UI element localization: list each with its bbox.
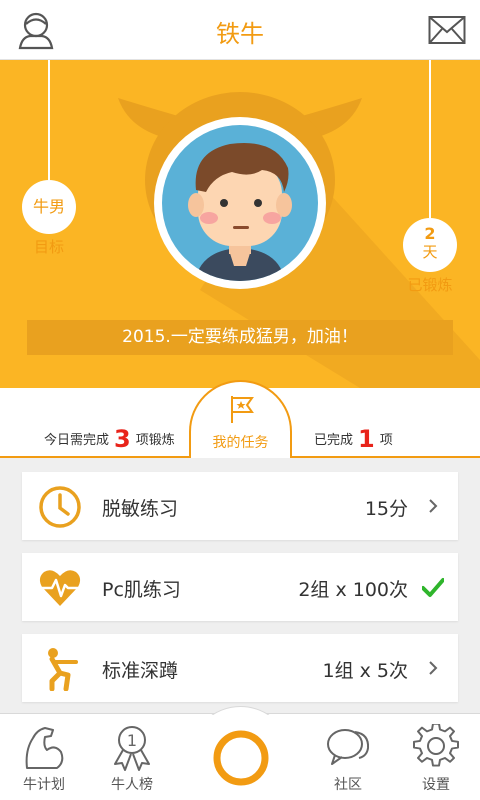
done-suffix: 项 bbox=[379, 433, 393, 448]
clock-icon bbox=[39, 486, 81, 528]
profile-hero: 牛男 目标 2 天 已锻炼 2015.一定要练成猛男，加油！ bbox=[0, 60, 480, 388]
today-prefix: 今日需完成 bbox=[44, 433, 110, 448]
nav-label-plan: 牛计划 bbox=[23, 777, 65, 793]
task-value: 15分 bbox=[364, 498, 408, 520]
task-item[interactable]: 脱敏练习 15分 bbox=[22, 472, 458, 540]
mail-icon[interactable] bbox=[428, 14, 466, 46]
app-header: 铁牛 bbox=[0, 0, 480, 60]
nav-label-settings: 设置 bbox=[422, 777, 450, 793]
nav-item-settings[interactable]: 设置 bbox=[396, 724, 476, 794]
muscle-arm-icon bbox=[25, 727, 64, 769]
nav-item-community[interactable]: 社区 bbox=[308, 724, 388, 794]
medal-icon: 1 bbox=[114, 726, 150, 771]
flag-icon bbox=[231, 396, 254, 423]
nav-label-community: 社区 bbox=[334, 777, 362, 793]
trained-days-badge: 2 天 bbox=[403, 218, 457, 272]
trained-days-label: 已锻炼 bbox=[407, 276, 453, 294]
task-name: Pc肌练习 bbox=[102, 579, 181, 601]
check-icon[interactable] bbox=[422, 575, 444, 599]
squat-icon bbox=[48, 648, 78, 691]
goal-label: 目标 bbox=[33, 238, 64, 256]
my-tasks-tab[interactable]: 我的任务 bbox=[189, 380, 292, 458]
motto-banner[interactable]: 2015.一定要练成猛男，加油！ bbox=[27, 320, 453, 355]
done-prefix: 已完成 bbox=[314, 433, 354, 448]
chat-bubbles-icon bbox=[327, 729, 370, 765]
start-training-ring-button[interactable] bbox=[211, 728, 271, 788]
nav-item-plan[interactable]: 牛计划 bbox=[4, 724, 84, 794]
task-item[interactable]: 标准深蹲 1组 x 5次 bbox=[22, 634, 458, 702]
today-required: 今日需完成 3 项锻炼 bbox=[44, 422, 175, 453]
trained-days-count: 2 bbox=[424, 224, 436, 243]
trained-days-unit: 天 bbox=[422, 243, 438, 261]
goal-badge: 牛男 bbox=[22, 180, 76, 234]
task-summary-bar: 今日需完成 3 项锻炼 我的任务 已完成 1 项 bbox=[0, 380, 480, 458]
page-title: 铁牛 bbox=[216, 20, 264, 48]
nav-item-ranking[interactable]: 1 牛人榜 bbox=[92, 724, 172, 794]
my-tasks-label: 我的任务 bbox=[212, 435, 269, 451]
svg-text:1: 1 bbox=[127, 731, 137, 750]
task-name: 标准深蹲 bbox=[102, 660, 179, 682]
task-value: 1组 x 5次 bbox=[322, 660, 408, 682]
task-value: 2组 x 100次 bbox=[298, 579, 408, 601]
chevron-right-icon[interactable] bbox=[422, 656, 444, 680]
bottom-navigation: 牛计划 1 牛人榜 社区 设置 bbox=[0, 706, 480, 800]
done-count: 1 bbox=[358, 425, 375, 453]
completed-count: 已完成 1 项 bbox=[314, 422, 393, 453]
task-item[interactable]: Pc肌练习 2组 x 100次 bbox=[22, 553, 458, 621]
today-count: 3 bbox=[114, 425, 131, 453]
gear-icon bbox=[413, 724, 459, 767]
today-suffix: 项锻炼 bbox=[135, 433, 175, 448]
heartbeat-icon bbox=[39, 570, 81, 606]
nav-label-ranking: 牛人榜 bbox=[111, 777, 153, 793]
chevron-right-icon[interactable] bbox=[422, 494, 444, 518]
task-name: 脱敏练习 bbox=[102, 498, 179, 520]
